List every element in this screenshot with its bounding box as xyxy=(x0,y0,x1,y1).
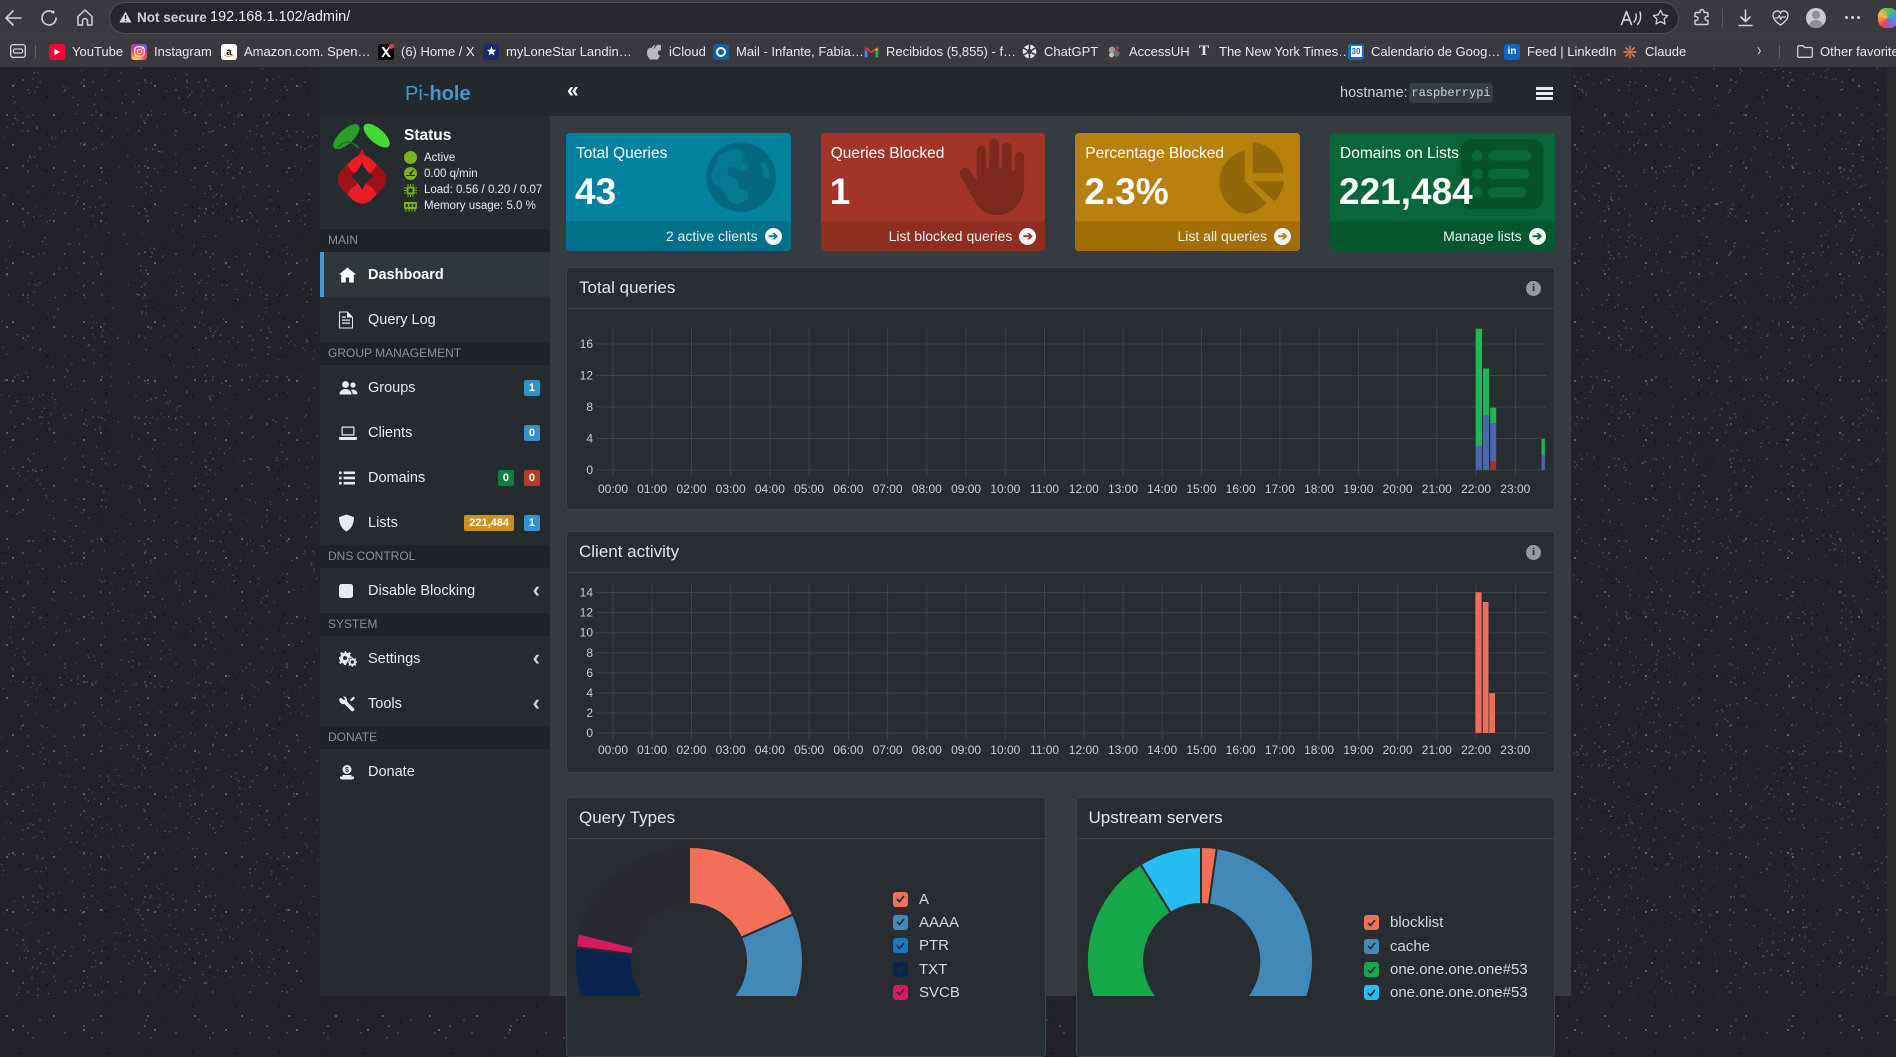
svg-text:12: 12 xyxy=(580,369,594,383)
svg-text:17:00: 17:00 xyxy=(1265,482,1295,496)
svg-text:06:00: 06:00 xyxy=(833,743,863,757)
svg-text:6: 6 xyxy=(586,666,593,680)
svg-text:8: 8 xyxy=(586,646,593,660)
svg-text:02:00: 02:00 xyxy=(676,482,706,496)
svg-text:04:00: 04:00 xyxy=(755,482,785,496)
svg-text:07:00: 07:00 xyxy=(873,743,903,757)
svg-text:18:00: 18:00 xyxy=(1304,743,1334,757)
svg-text:23:00: 23:00 xyxy=(1500,743,1530,757)
svg-text:13:00: 13:00 xyxy=(1108,482,1138,496)
svg-text:11:00: 11:00 xyxy=(1030,482,1059,496)
svg-text:10: 10 xyxy=(580,626,594,640)
svg-text:01:00: 01:00 xyxy=(637,482,667,496)
svg-text:01:00: 01:00 xyxy=(637,743,667,757)
svg-text:00:00: 00:00 xyxy=(598,743,628,757)
svg-text:11:00: 11:00 xyxy=(1030,743,1059,757)
svg-text:00:00: 00:00 xyxy=(598,482,628,496)
svg-text:15:00: 15:00 xyxy=(1186,482,1216,496)
svg-text:10:00: 10:00 xyxy=(990,743,1020,757)
svg-text:07:00: 07:00 xyxy=(873,482,903,496)
svg-text:22:00: 22:00 xyxy=(1461,743,1491,757)
svg-text:21:00: 21:00 xyxy=(1422,743,1452,757)
svg-text:03:00: 03:00 xyxy=(716,482,746,496)
svg-text:16:00: 16:00 xyxy=(1226,482,1256,496)
svg-text:22:00: 22:00 xyxy=(1461,482,1491,496)
svg-text:20:00: 20:00 xyxy=(1383,482,1413,496)
svg-text:13:00: 13:00 xyxy=(1108,743,1138,757)
svg-text:14:00: 14:00 xyxy=(1147,743,1177,757)
svg-text:03:00: 03:00 xyxy=(716,743,746,757)
svg-text:4: 4 xyxy=(586,432,593,446)
svg-text:21:00: 21:00 xyxy=(1422,482,1452,496)
svg-text:10:00: 10:00 xyxy=(990,482,1020,496)
svg-text:$: $ xyxy=(345,767,349,774)
svg-text:2: 2 xyxy=(586,706,593,720)
svg-text:09:00: 09:00 xyxy=(951,482,981,496)
svg-text:02:00: 02:00 xyxy=(676,743,706,757)
svg-text:14: 14 xyxy=(580,586,594,600)
svg-text:16: 16 xyxy=(580,337,594,351)
svg-text:12:00: 12:00 xyxy=(1069,482,1099,496)
svg-text:14:00: 14:00 xyxy=(1147,482,1177,496)
svg-text:08:00: 08:00 xyxy=(912,743,942,757)
svg-text:15:00: 15:00 xyxy=(1186,743,1216,757)
svg-text:17:00: 17:00 xyxy=(1265,743,1295,757)
svg-text:19:00: 19:00 xyxy=(1343,482,1373,496)
svg-text:18:00: 18:00 xyxy=(1304,482,1334,496)
svg-text:16:00: 16:00 xyxy=(1226,743,1256,757)
svg-text:12:00: 12:00 xyxy=(1069,743,1099,757)
svg-text:04:00: 04:00 xyxy=(755,743,785,757)
svg-text:19:00: 19:00 xyxy=(1343,743,1373,757)
svg-text:0: 0 xyxy=(586,463,593,477)
svg-text:23:00: 23:00 xyxy=(1500,482,1530,496)
svg-text:08:00: 08:00 xyxy=(912,482,942,496)
svg-text:05:00: 05:00 xyxy=(794,482,824,496)
svg-text:20:00: 20:00 xyxy=(1383,743,1413,757)
svg-text:4: 4 xyxy=(586,686,593,700)
svg-text:05:00: 05:00 xyxy=(794,743,824,757)
svg-text:12: 12 xyxy=(580,606,594,620)
svg-text:0: 0 xyxy=(586,726,593,740)
svg-text:8: 8 xyxy=(586,400,593,414)
svg-text:09:00: 09:00 xyxy=(951,743,981,757)
svg-text:06:00: 06:00 xyxy=(833,482,863,496)
